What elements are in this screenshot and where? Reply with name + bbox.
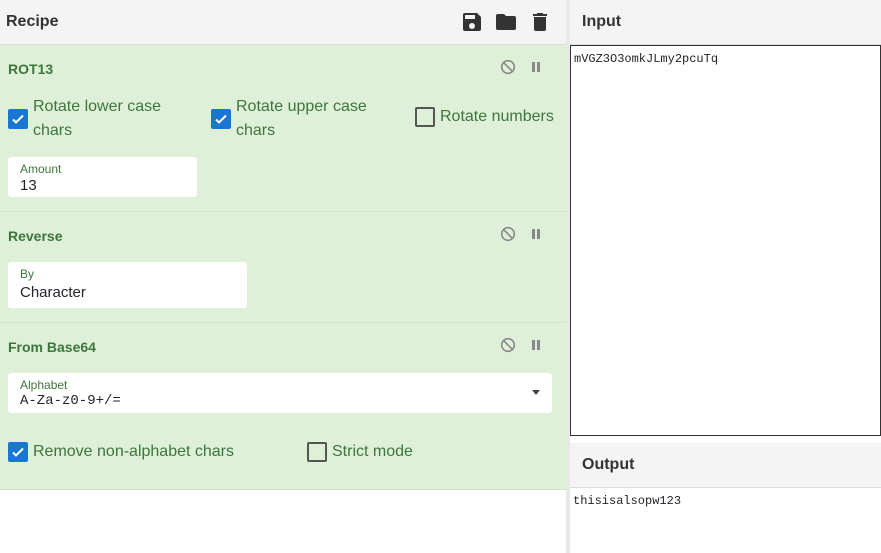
checkbox-unchecked-icon[interactable]	[415, 107, 435, 127]
field-label: Amount	[20, 162, 62, 176]
input-textarea[interactable]: mVGZ3O3omkJLmy2pcuTq	[570, 45, 881, 436]
recipe-panel: Recipe ROT13 Rotate lower case chars Rot…	[0, 0, 566, 553]
checkbox-checked-icon[interactable]	[211, 109, 231, 129]
recipe-toolbar	[460, 10, 552, 34]
operation-controls	[500, 337, 544, 353]
operation-rot13: ROT13 Rotate lower case chars Rotate upp…	[0, 45, 566, 212]
checkbox-label: Rotate lower case chars	[33, 98, 162, 139]
checkbox-label: Strict mode	[332, 443, 413, 460]
checkbox-rotate-numbers[interactable]: Rotate numbers	[415, 107, 554, 129]
checkbox-label: Remove non-alphabet chars	[33, 443, 235, 460]
trash-icon[interactable]	[528, 10, 552, 34]
checkbox-checked-icon[interactable]	[8, 442, 28, 462]
pause-icon[interactable]	[528, 59, 544, 75]
recipe-title: Recipe	[6, 13, 59, 30]
disable-icon[interactable]	[500, 226, 516, 242]
amount-field[interactable]: Amount 13	[8, 157, 197, 197]
output-text[interactable]: thisisalsopw123	[573, 494, 681, 508]
input-title: Input	[582, 13, 622, 30]
pause-icon[interactable]	[528, 337, 544, 353]
checkbox-label: Rotate numbers	[440, 108, 554, 125]
by-value[interactable]: Character	[20, 284, 86, 301]
disable-icon[interactable]	[500, 337, 516, 353]
checkbox-rotate-lower[interactable]: Rotate lower case chars	[8, 95, 161, 143]
operation-controls	[500, 59, 544, 75]
alphabet-value[interactable]: A-Za-z0-9+/=	[20, 393, 121, 409]
checkbox-label: Rotate upper case chars	[236, 98, 367, 139]
disable-icon[interactable]	[500, 59, 516, 75]
field-label: By	[20, 267, 35, 281]
output-title: Output	[582, 456, 635, 473]
field-label: Alphabet	[20, 378, 68, 392]
operation-title: From Base64	[8, 339, 96, 355]
checkbox-remove-non-alphabet[interactable]: Remove non-alphabet chars	[8, 442, 234, 464]
operation-title: Reverse	[8, 228, 63, 244]
checkbox-checked-icon[interactable]	[8, 109, 28, 129]
pause-icon[interactable]	[528, 226, 544, 242]
folder-icon[interactable]	[494, 10, 518, 34]
io-panel: Input mVGZ3O3omkJLmy2pcuTq Output thisis…	[570, 0, 881, 553]
operation-reverse: Reverse By Character	[0, 212, 566, 323]
checkbox-unchecked-icon[interactable]	[307, 442, 327, 462]
input-header: Input	[570, 0, 881, 45]
amount-value[interactable]: 13	[20, 177, 37, 194]
operation-from-base64: From Base64 Alphabet A-Za-z0-9+/= Remove…	[0, 323, 566, 490]
save-icon[interactable]	[460, 10, 484, 34]
alphabet-select[interactable]: Alphabet A-Za-z0-9+/=	[8, 373, 552, 413]
operation-title: ROT13	[8, 61, 54, 77]
checkbox-strict-mode[interactable]: Strict mode	[307, 442, 413, 464]
operation-controls	[500, 226, 544, 242]
by-field[interactable]: By Character	[8, 262, 247, 308]
checkbox-rotate-upper[interactable]: Rotate upper case chars	[211, 95, 367, 143]
chevron-down-icon[interactable]	[532, 390, 540, 395]
output-header: Output	[570, 443, 881, 488]
